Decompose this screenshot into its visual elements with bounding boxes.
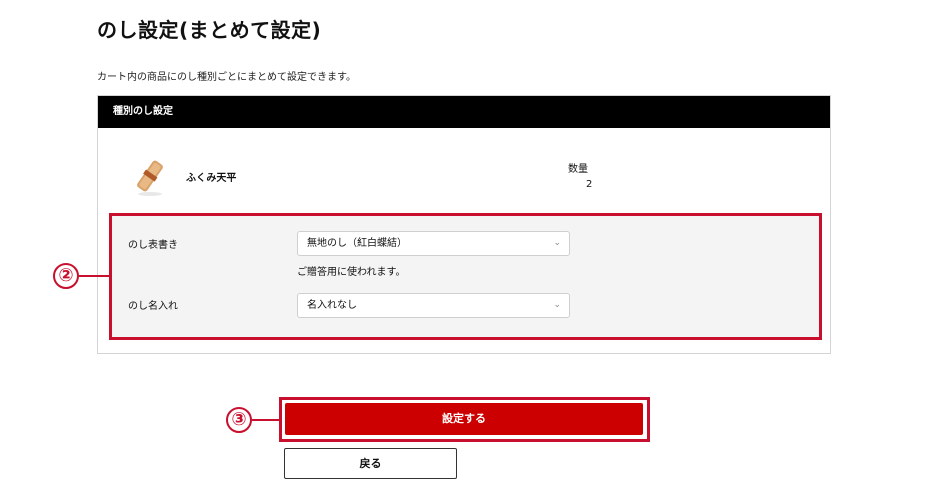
product-thumbnail: [128, 154, 172, 198]
product-name: ふくみ天平: [186, 173, 237, 184]
page-description: カート内の商品にのし種別ごとにまとめて設定できます。: [97, 72, 356, 83]
page-title: のし設定(まとめて設定): [97, 18, 322, 42]
callout-marker-form: ②: [53, 263, 79, 289]
form-highlight-box: [109, 213, 822, 340]
submit-button[interactable]: 設定する: [285, 403, 643, 435]
callout-connector-submit: [252, 419, 280, 421]
back-button[interactable]: 戻る: [284, 448, 457, 479]
panel-header: 種別のし設定: [98, 96, 830, 128]
callout-connector-form: [79, 275, 110, 277]
quantity-value: 2: [586, 179, 593, 190]
quantity-label: 数量: [568, 164, 588, 175]
callout-marker-submit: ③: [226, 407, 252, 433]
